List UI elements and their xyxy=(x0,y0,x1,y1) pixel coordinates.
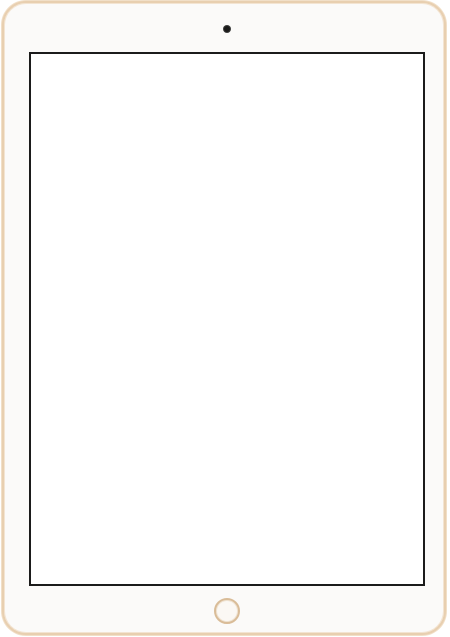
home-button[interactable] xyxy=(214,598,240,624)
tablet-device-frame xyxy=(2,1,446,635)
screen-display xyxy=(31,54,423,584)
screen-bezel xyxy=(29,52,425,586)
camera-icon xyxy=(224,26,230,32)
